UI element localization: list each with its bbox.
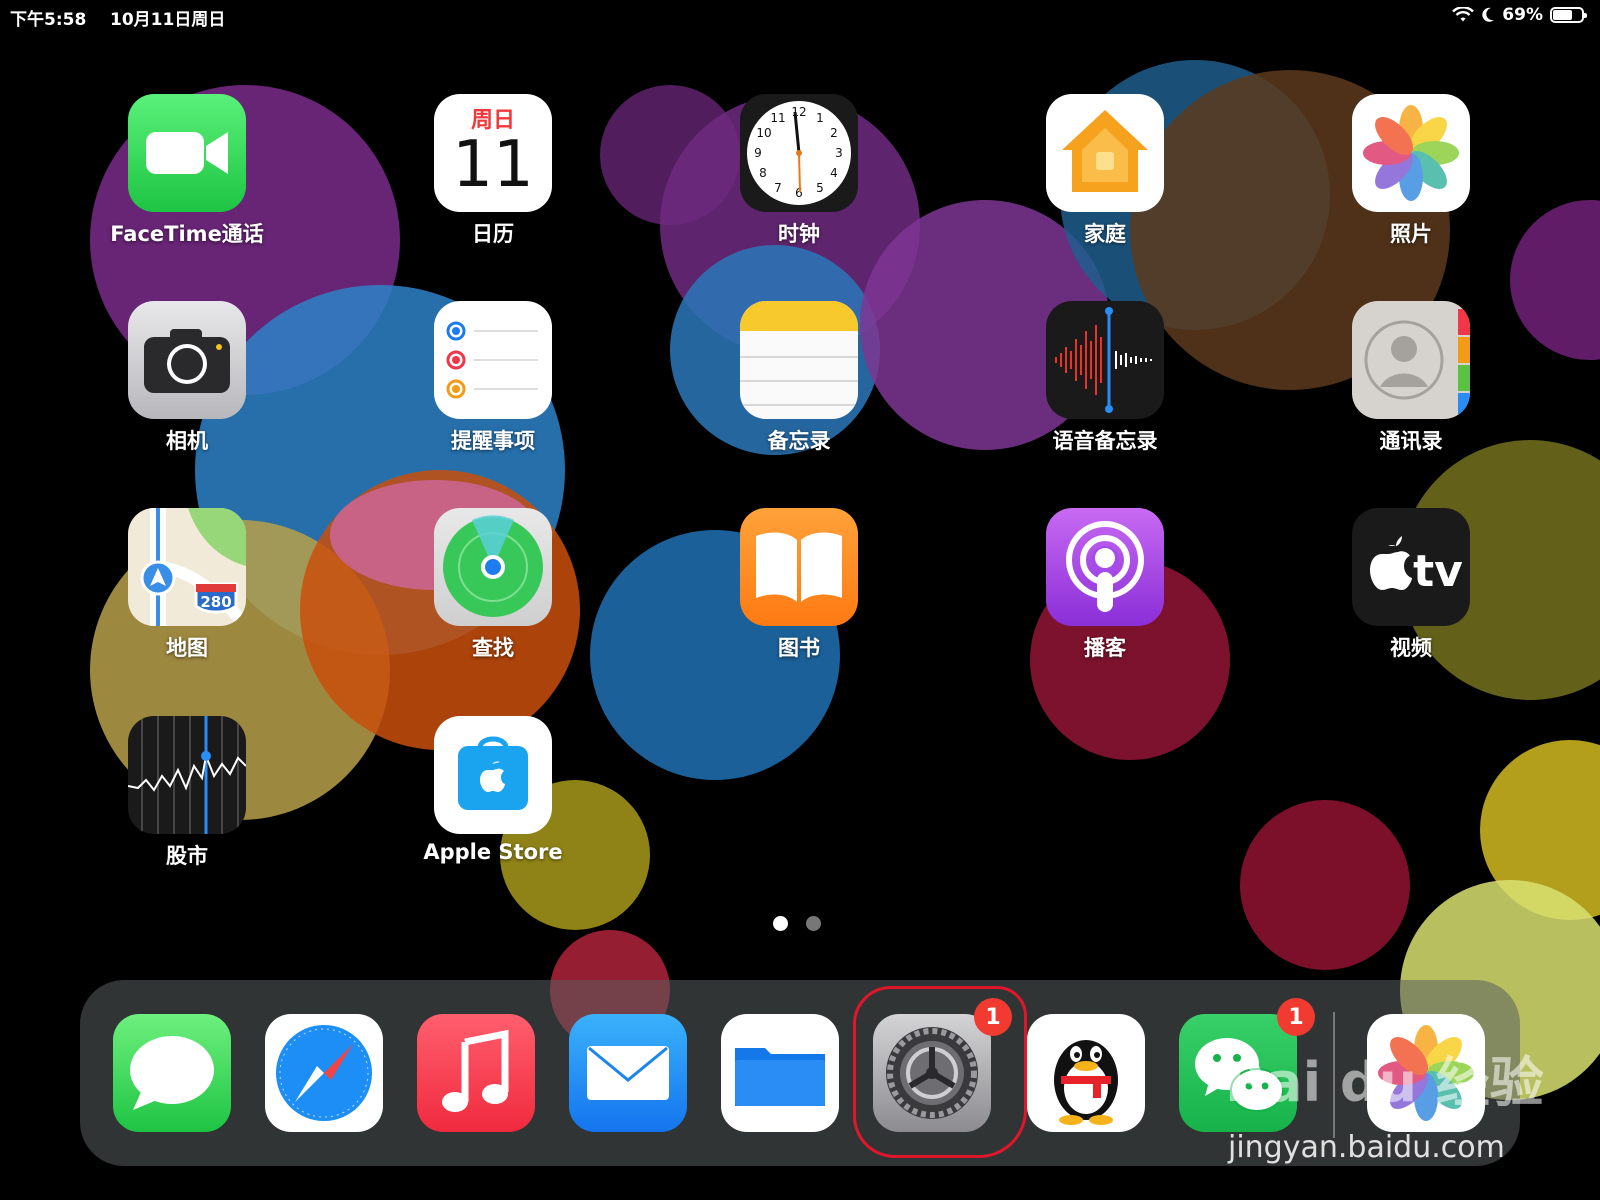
app-facetime[interactable]: FaceTime通话	[37, 94, 337, 248]
status-date: 10月11日周日	[110, 10, 226, 30]
moon-icon	[1482, 7, 1495, 22]
app-label: FaceTime通话	[110, 222, 264, 246]
dock-safari[interactable]	[265, 1014, 383, 1132]
dock-files[interactable]	[721, 1014, 839, 1132]
status-time: 下午5:58	[10, 10, 87, 30]
app-label: 时钟	[778, 222, 820, 246]
dock-music[interactable]	[417, 1014, 535, 1132]
app-tv[interactable]: tv 视频	[1261, 508, 1561, 662]
mail-icon	[587, 1046, 669, 1100]
app-calendar[interactable]: 周日 11 日历	[343, 94, 643, 248]
app-stocks[interactable]: 股市	[37, 716, 337, 870]
app-label: 照片	[1390, 222, 1432, 246]
calendar-icon: 周日 11	[434, 94, 552, 212]
clock-number: 10	[756, 126, 771, 140]
app-label: 日历	[472, 222, 514, 246]
page-dot-1[interactable]	[773, 916, 788, 931]
notes-icon	[740, 301, 858, 419]
files-icon	[735, 1048, 825, 1106]
map-shield-number: 280	[200, 593, 231, 611]
dock-mail[interactable]	[569, 1014, 687, 1132]
calendar-day: 11	[452, 128, 534, 202]
app-label: 提醒事项	[451, 429, 535, 453]
app-label: 播客	[1084, 636, 1126, 660]
clock-number: 11	[770, 111, 785, 125]
clock-number: 4	[830, 166, 838, 180]
clock-number: 8	[759, 166, 767, 180]
app-camera[interactable]: 相机	[37, 301, 337, 455]
stocks-icon	[128, 716, 246, 834]
clock-number: 3	[835, 146, 843, 160]
dock-messages[interactable]	[113, 1014, 231, 1132]
watermark-url: jingyan.baidu.com	[1228, 1130, 1505, 1165]
clock-icon: 12 1 2 3 4 5 6 7 8 9 10 11	[740, 94, 858, 212]
app-find-my[interactable]: 查找	[343, 508, 643, 662]
app-label: 股市	[166, 844, 208, 868]
app-notes[interactable]: 备忘录	[649, 301, 949, 455]
clock-number: 7	[774, 181, 782, 195]
annotation-circle	[853, 986, 1027, 1158]
contacts-icon	[1352, 301, 1470, 419]
app-books[interactable]: 图书	[649, 508, 949, 662]
app-clock[interactable]: 12 1 2 3 4 5 6 7 8 9 10 11 时钟	[649, 94, 949, 248]
app-label: 视频	[1390, 636, 1432, 660]
apple-tv-icon: tv	[1352, 508, 1470, 626]
wifi-icon	[1452, 7, 1475, 22]
app-label: 家庭	[1084, 222, 1126, 246]
clock-number: 1	[816, 111, 824, 125]
clock-number: 9	[754, 146, 762, 160]
app-label: 备忘录	[767, 429, 831, 453]
app-apple-store[interactable]: Apple Store	[343, 716, 643, 864]
clock-number: 2	[830, 126, 838, 140]
reminders-icon	[434, 301, 552, 419]
app-contacts[interactable]: 通讯录	[1261, 301, 1561, 455]
books-icon	[740, 508, 858, 626]
home-icon	[1046, 94, 1164, 212]
watermark-brand: Bai du 经验	[1225, 1051, 1544, 1114]
app-label: 地图	[166, 636, 208, 660]
page-indicator[interactable]	[773, 916, 821, 931]
find-my-icon	[434, 508, 552, 626]
tv-text: tv	[1413, 546, 1463, 597]
status-bar: 下午5:58 10月11日周日 69%	[0, 0, 1600, 32]
app-label: 通讯录	[1379, 429, 1443, 453]
app-photos[interactable]: 照片	[1261, 94, 1561, 248]
app-podcasts[interactable]: 播客	[955, 508, 1255, 662]
qq-icon	[1054, 1040, 1118, 1125]
page-dot-2[interactable]	[806, 916, 821, 931]
voice-memos-icon	[1046, 301, 1164, 419]
clock-number: 5	[816, 181, 824, 195]
app-voice-memos[interactable]: 语音备忘录	[955, 301, 1255, 455]
safari-icon	[276, 1025, 372, 1121]
app-home[interactable]: 家庭	[955, 94, 1255, 248]
facetime-icon	[128, 94, 246, 212]
app-label: 语音备忘录	[1052, 429, 1158, 453]
apple-store-icon	[434, 716, 552, 834]
battery-icon	[1550, 7, 1587, 23]
app-maps[interactable]: 280 地图	[37, 508, 337, 662]
messages-icon	[130, 1036, 214, 1110]
dock-qq[interactable]	[1027, 1014, 1145, 1132]
maps-icon: 280	[128, 508, 246, 626]
app-reminders[interactable]: 提醒事项	[343, 301, 643, 455]
photos-icon	[1352, 94, 1470, 212]
wechat-notification-badge: 1	[1277, 998, 1315, 1036]
app-label: 相机	[166, 429, 208, 453]
clock-number: 12	[791, 105, 806, 119]
music-icon	[442, 1029, 509, 1112]
app-label: Apple Store	[423, 840, 563, 864]
app-label: 图书	[778, 636, 820, 660]
app-label: 查找	[472, 636, 514, 660]
podcasts-icon	[1046, 508, 1164, 626]
battery-percent: 69%	[1502, 5, 1543, 25]
camera-icon	[128, 301, 246, 419]
